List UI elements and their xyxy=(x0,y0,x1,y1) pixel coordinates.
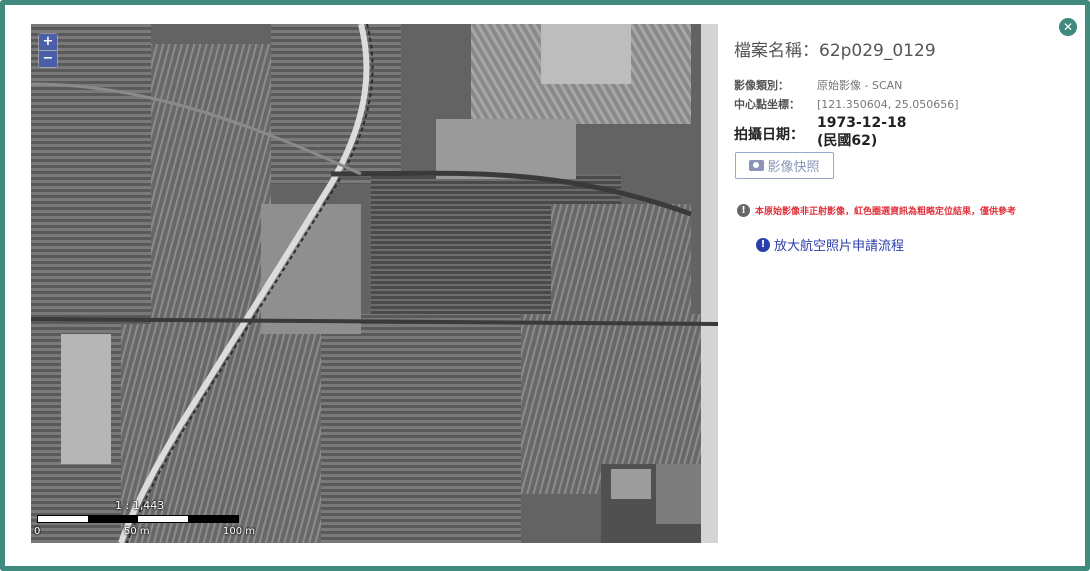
capture-date-roc: (民國62) xyxy=(817,133,878,149)
scale-tick-50: 50 m xyxy=(124,526,150,537)
center-coord-value: [121.350604, 25.050656] xyxy=(817,98,959,111)
capture-date-label: 拍攝日期： xyxy=(734,127,804,143)
file-name-title: 檔案名稱：62p029_0129 xyxy=(734,36,936,61)
close-icon: ✕ xyxy=(1062,20,1074,34)
close-button[interactable]: ✕ xyxy=(1059,18,1077,36)
zoom-out-button[interactable]: − xyxy=(39,51,57,67)
file-name-value: 62p029_0129 xyxy=(819,41,936,61)
image-type-label: 影像類別： xyxy=(734,79,789,92)
info-icon: ! xyxy=(756,237,770,252)
file-name-label: 檔案名稱： xyxy=(734,41,819,61)
warning-text: 本原始影像非正射影像，紅色圈選資訊為粗略定位結果，僅供參考 xyxy=(755,207,1017,217)
center-coord-label: 中心點坐標： xyxy=(734,98,800,111)
center-coord-row: 中心點坐標： [121.350604, 25.050656] xyxy=(734,96,959,112)
aerial-photo-image xyxy=(31,24,718,543)
scale-tick-100: 100 m xyxy=(223,526,256,537)
scale-ratio: 1 : 1,443 xyxy=(115,499,165,512)
image-type-row: 影像類別： 原始影像 - SCAN xyxy=(734,77,902,93)
image-type-value: 原始影像 - SCAN xyxy=(817,79,903,92)
enlarge-photo-application-link[interactable]: ! 放大航空照片申請流程 xyxy=(756,235,904,254)
capture-date-ad: 1973-12-18 xyxy=(817,115,907,131)
warning-notice: ! 本原始影像非正射影像，紅色圈選資訊為粗略定位結果，僅供參考 xyxy=(737,204,1016,217)
capture-date-value: 1973-12-18 (民國62) xyxy=(817,114,907,150)
image-snapshot-label: 影像快照 xyxy=(767,160,820,175)
zoom-in-button[interactable]: + xyxy=(39,34,57,50)
scale-bar xyxy=(37,515,239,523)
aerial-photo-map[interactable]: + − 1 : 1,443 0 50 m 100 m xyxy=(31,24,718,543)
enlarge-photo-application-label: 放大航空照片申請流程 xyxy=(774,239,905,254)
image-snapshot-button[interactable]: 影像快照 xyxy=(735,152,834,179)
scale-tick-0: 0 xyxy=(34,526,41,537)
exclamation-icon: ! xyxy=(737,204,750,217)
camera-icon xyxy=(749,160,765,171)
zoom-control: + − xyxy=(38,33,58,68)
